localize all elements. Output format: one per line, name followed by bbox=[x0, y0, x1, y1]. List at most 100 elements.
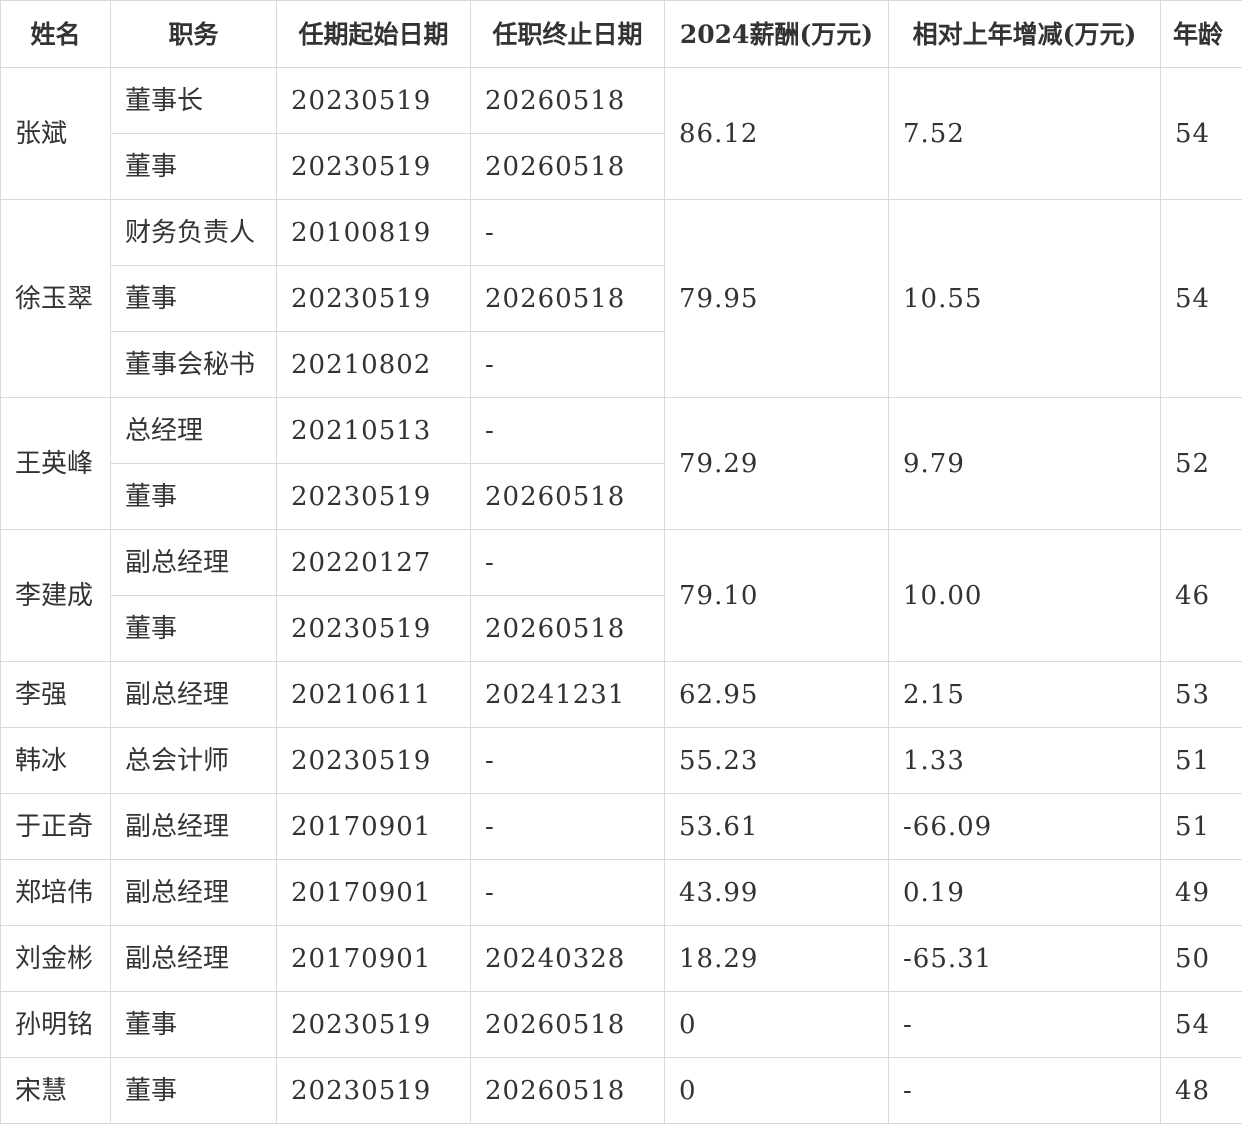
table-row: 孙明铭 董事 20230519 20260518 0-54 bbox=[0, 991, 1242, 1058]
salary-change: 1.33 bbox=[888, 727, 1161, 794]
role-title: 董事 bbox=[110, 463, 277, 530]
salary-change: -65.31 bbox=[888, 925, 1161, 992]
person-name: 王英峰 bbox=[0, 397, 111, 530]
table-row: 李建成 副总经理 20220127-79.10 10.00 46 bbox=[0, 529, 1242, 662]
age: 51 bbox=[1160, 727, 1242, 794]
role-end-date: 20260518 bbox=[470, 463, 665, 530]
role-end-date: 20260518 bbox=[470, 133, 665, 200]
salary-change: - bbox=[888, 1057, 1161, 1124]
role-start-date: 20170901 bbox=[276, 925, 471, 992]
person-name: 于正奇 bbox=[0, 793, 111, 860]
table-row: 于正奇 副总经理 20170901-53.61 -66.09 51 bbox=[0, 793, 1242, 860]
age: 52 bbox=[1160, 397, 1242, 530]
header-end-date: 任职终止日期 bbox=[470, 0, 665, 68]
role-title: 财务负责人 bbox=[110, 199, 277, 266]
table-row: 李强 副总经理 20210611 20241231 62.95 2.15 53 bbox=[0, 661, 1242, 728]
age: 54 bbox=[1160, 991, 1242, 1058]
table-header: 姓名 职务 任期起始日期 任职终止日期 2024薪酬(万元) 相对上年增减(万元… bbox=[0, 0, 1242, 68]
table-row: 郑培伟 副总经理 20170901-43.99 0.19 49 bbox=[0, 859, 1242, 926]
role-title: 总会计师 bbox=[110, 727, 277, 794]
header-position: 职务 bbox=[110, 0, 277, 68]
salary-2024: 79.29 bbox=[664, 397, 889, 530]
table-row: 韩冰 总会计师 20230519-55.23 1.33 51 bbox=[0, 727, 1242, 794]
header-salary-change: 相对上年增减(万元) bbox=[888, 0, 1161, 68]
role-end-date: - bbox=[470, 727, 665, 794]
salary-2024: 0 bbox=[664, 1057, 889, 1124]
role-start-date: 20210611 bbox=[276, 661, 471, 728]
table-row: 王英峰 总经理 20210513-79.29 9.79 52 bbox=[0, 397, 1242, 530]
role-start-date: 20230519 bbox=[276, 991, 471, 1058]
role-title: 董事会秘书 bbox=[110, 331, 277, 398]
salary-change: - bbox=[888, 991, 1161, 1058]
age: 46 bbox=[1160, 529, 1242, 662]
role-title: 董事 bbox=[110, 1057, 277, 1124]
person-name: 李建成 bbox=[0, 529, 111, 662]
role-start-date: 20170901 bbox=[276, 793, 471, 860]
person-name: 宋慧 bbox=[0, 1057, 111, 1124]
role-end-date: - bbox=[470, 793, 665, 860]
table-row: 刘金彬 副总经理 20170901 20240328 18.29 -65.31 50 bbox=[0, 925, 1242, 992]
salary-2024: 86.12 bbox=[664, 67, 889, 200]
role-start-date: 20210802 bbox=[276, 331, 471, 398]
role-title: 董事长 bbox=[110, 67, 277, 134]
age: 48 bbox=[1160, 1057, 1242, 1124]
age: 50 bbox=[1160, 925, 1242, 992]
role-start-date: 20230519 bbox=[276, 1057, 471, 1124]
role-start-date: 20230519 bbox=[276, 133, 471, 200]
role-end-date: - bbox=[470, 331, 665, 398]
role-title: 总经理 bbox=[110, 397, 277, 464]
salary-2024: 62.95 bbox=[664, 661, 889, 728]
age: 53 bbox=[1160, 661, 1242, 728]
age: 49 bbox=[1160, 859, 1242, 926]
role-end-date: - bbox=[470, 397, 665, 464]
salary-change: 10.55 bbox=[888, 199, 1161, 398]
role-title: 副总经理 bbox=[110, 661, 277, 728]
role-title: 董事 bbox=[110, 133, 277, 200]
role-title: 副总经理 bbox=[110, 529, 277, 596]
header-name: 姓名 bbox=[0, 0, 111, 68]
role-start-date: 20230519 bbox=[276, 463, 471, 530]
role-end-date: 20260518 bbox=[470, 67, 665, 134]
salary-change: 2.15 bbox=[888, 661, 1161, 728]
person-name: 韩冰 bbox=[0, 727, 111, 794]
role-start-date: 20230519 bbox=[276, 67, 471, 134]
person-name: 刘金彬 bbox=[0, 925, 111, 992]
role-end-date: 20241231 bbox=[470, 661, 665, 728]
age: 54 bbox=[1160, 67, 1242, 200]
salary-change: 0.19 bbox=[888, 859, 1161, 926]
role-end-date: 20260518 bbox=[470, 265, 665, 332]
header-start-date: 任期起始日期 bbox=[276, 0, 471, 68]
table-row: 宋慧 董事 20230519 20260518 0-48 bbox=[0, 1057, 1242, 1124]
salary-change: 9.79 bbox=[888, 397, 1161, 530]
salary-change: 10.00 bbox=[888, 529, 1161, 662]
salary-2024: 79.95 bbox=[664, 199, 889, 398]
role-title: 董事 bbox=[110, 595, 277, 662]
role-end-date: 20260518 bbox=[470, 991, 665, 1058]
role-end-date: 20240328 bbox=[470, 925, 665, 992]
role-start-date: 20230519 bbox=[276, 595, 471, 662]
person-name: 徐玉翠 bbox=[0, 199, 111, 398]
role-end-date: - bbox=[470, 529, 665, 596]
role-start-date: 20220127 bbox=[276, 529, 471, 596]
role-end-date: 20260518 bbox=[470, 595, 665, 662]
salary-change: -66.09 bbox=[888, 793, 1161, 860]
role-title: 副总经理 bbox=[110, 793, 277, 860]
table-row: 徐玉翠 财务负责人 20100819-79.95 10.55 54 bbox=[0, 199, 1242, 398]
table-row: 张斌 董事长 20230519 20260518 86.12 7.52 54 bbox=[0, 67, 1242, 200]
person-name: 孙明铭 bbox=[0, 991, 111, 1058]
role-end-date: - bbox=[470, 199, 665, 266]
person-name: 郑培伟 bbox=[0, 859, 111, 926]
age: 51 bbox=[1160, 793, 1242, 860]
age: 54 bbox=[1160, 199, 1242, 398]
salary-2024: 55.23 bbox=[664, 727, 889, 794]
role-start-date: 20230519 bbox=[276, 727, 471, 794]
role-start-date: 20170901 bbox=[276, 859, 471, 926]
role-title: 副总经理 bbox=[110, 859, 277, 926]
table-body: 张斌 董事长 20230519 20260518 86.12 7.52 54 董事 202305… bbox=[0, 67, 1242, 1124]
salary-2024: 53.61 bbox=[664, 793, 889, 860]
role-start-date: 20100819 bbox=[276, 199, 471, 266]
header-row: 姓名 职务 任期起始日期 任职终止日期 2024薪酬(万元) 相对上年增减(万元… bbox=[0, 0, 1242, 68]
role-title: 董事 bbox=[110, 991, 277, 1058]
header-salary-2024: 2024薪酬(万元) bbox=[664, 0, 889, 68]
role-start-date: 20210513 bbox=[276, 397, 471, 464]
